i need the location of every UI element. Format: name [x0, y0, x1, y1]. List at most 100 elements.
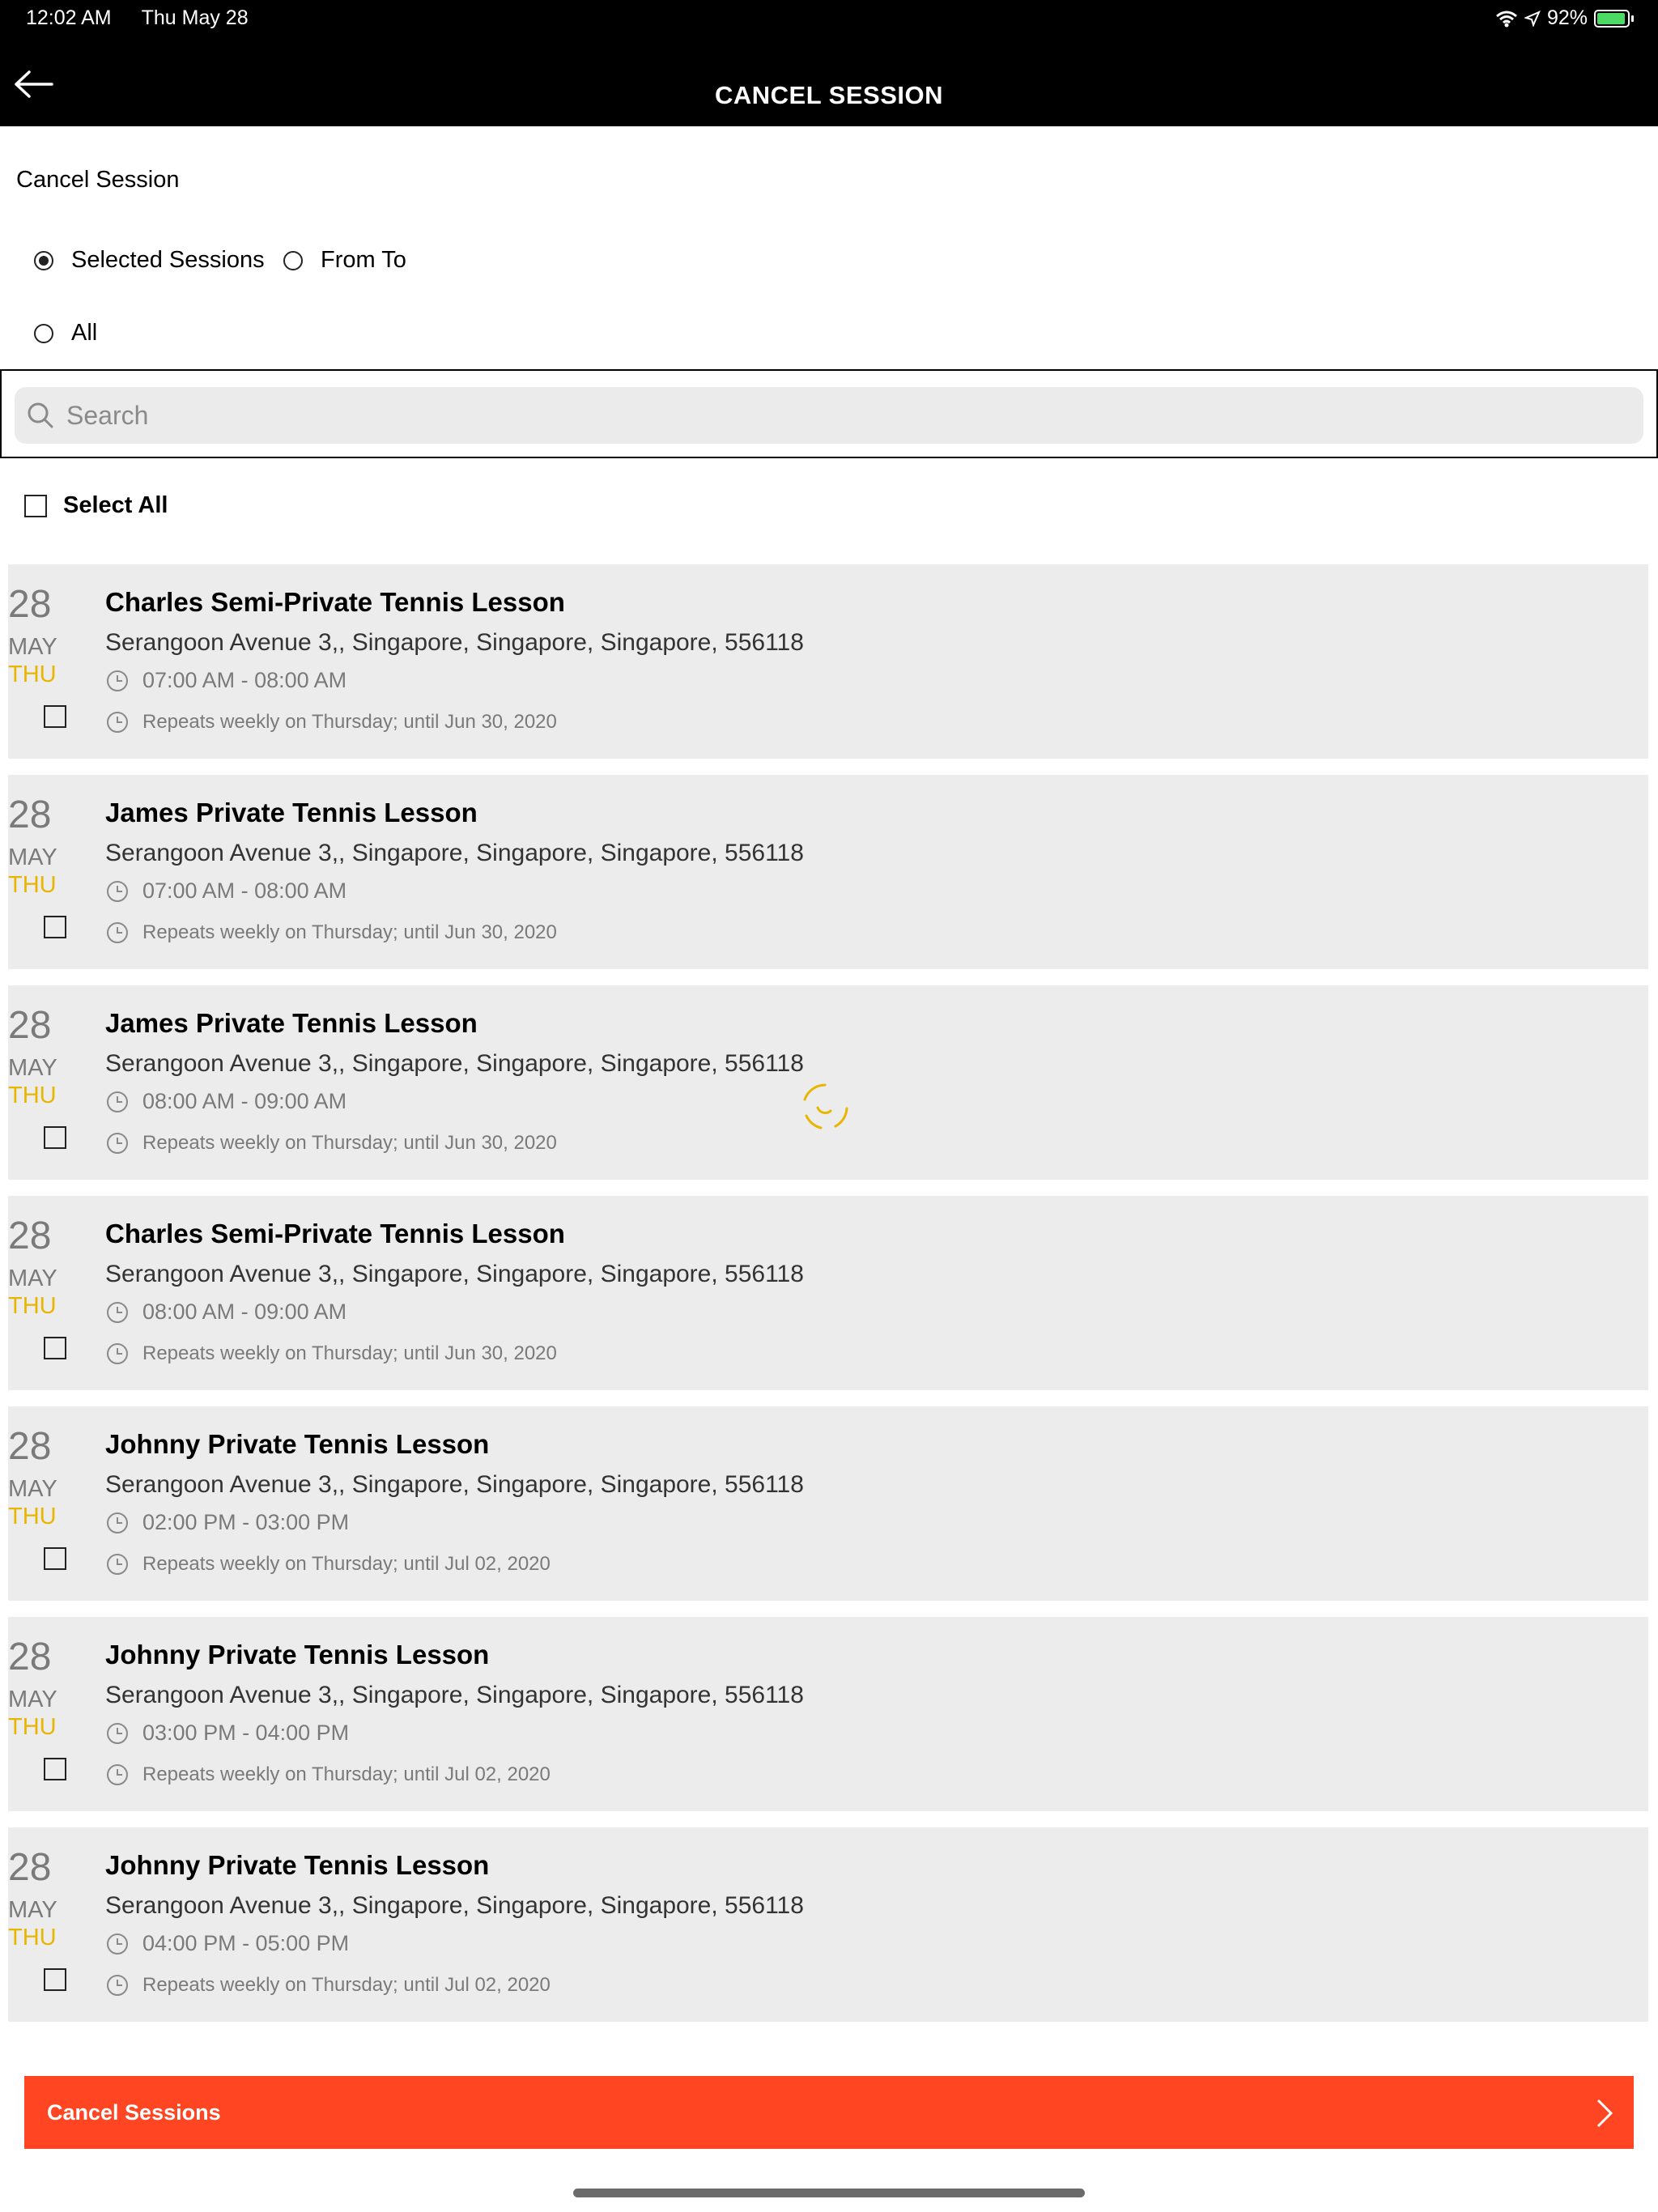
clock-icon: [107, 1133, 128, 1154]
clock-icon: [107, 1091, 128, 1112]
session-card[interactable]: 28 MAY THU Charles Semi-Private Tennis L…: [8, 1196, 1648, 1390]
session-address: Serangoon Avenue 3,, Singapore, Singapor…: [105, 1682, 804, 1708]
session-time-row: 08:00 AM - 09:00 AM: [105, 1300, 346, 1325]
session-address: Serangoon Avenue 3,, Singapore, Singapor…: [105, 1892, 804, 1919]
session-date-weekday: THU: [8, 1714, 57, 1740]
status-clock: 12:02 AM: [26, 6, 112, 29]
radio-from-to[interactable]: From To: [283, 247, 406, 274]
select-all[interactable]: Select All: [24, 492, 168, 519]
clock-icon: [107, 712, 128, 733]
clock-icon: [107, 670, 128, 691]
radio-selected-sessions[interactable]: Selected Sessions: [34, 247, 265, 274]
session-checkbox[interactable]: [44, 1968, 66, 1991]
session-repeat-row: Repeats weekly on Thursday; until Jun 30…: [105, 1342, 557, 1366]
cancel-sessions-label: Cancel Sessions: [47, 2100, 221, 2125]
session-address: Serangoon Avenue 3,, Singapore, Singapor…: [105, 1261, 804, 1287]
radio-selected-sessions-circle[interactable]: [34, 250, 53, 270]
session-address: Serangoon Avenue 3,, Singapore, Singapor…: [105, 840, 804, 866]
session-repeat: Repeats weekly on Thursday; until Jun 30…: [142, 711, 557, 733]
session-date-month: MAY: [8, 1897, 57, 1923]
search-icon: [28, 402, 53, 428]
session-date-weekday: THU: [8, 1083, 57, 1108]
session-date-day: 28: [8, 1214, 52, 1257]
session-date-month: MAY: [8, 844, 57, 870]
session-date-month: MAY: [8, 1055, 57, 1081]
radio-all[interactable]: All: [34, 320, 97, 347]
chevron-right-icon: [1596, 2099, 1613, 2128]
session-title: Johnny Private Tennis Lesson: [105, 1850, 490, 1880]
session-list: 28 MAY THU Charles Semi-Private Tennis L…: [8, 564, 1648, 2038]
session-date-day: 28: [8, 1004, 52, 1047]
radio-from-to-circle[interactable]: [283, 250, 303, 270]
search-bar-container: [0, 369, 1658, 458]
session-time-row: 07:00 AM - 08:00 AM: [105, 668, 346, 693]
session-repeat-row: Repeats weekly on Thursday; until Jun 30…: [105, 921, 557, 945]
session-repeat-row: Repeats weekly on Thursday; until Jun 30…: [105, 710, 557, 734]
session-date-weekday: THU: [8, 1925, 57, 1950]
session-card[interactable]: 28 MAY THU Johnny Private Tennis Lesson …: [8, 1406, 1648, 1601]
clock-icon: [107, 1933, 128, 1955]
clock-icon: [107, 1554, 128, 1575]
select-all-label: Select All: [63, 492, 168, 518]
session-checkbox[interactable]: [44, 916, 66, 938]
location-arrow-icon: [1524, 10, 1541, 27]
session-date-day: 28: [8, 793, 52, 836]
radio-all-label: All: [71, 320, 98, 346]
session-checkbox[interactable]: [44, 705, 66, 728]
session-repeat: Repeats weekly on Thursday; until Jul 02…: [142, 1553, 551, 1575]
status-date: Thu May 28: [141, 6, 249, 29]
session-date-day: 28: [8, 583, 52, 626]
status-indicators: 92%: [1495, 6, 1634, 30]
session-checkbox[interactable]: [44, 1547, 66, 1570]
session-checkbox[interactable]: [44, 1337, 66, 1359]
radio-selected-sessions-label: Selected Sessions: [71, 247, 265, 273]
session-time-row: 07:00 AM - 08:00 AM: [105, 878, 346, 904]
session-card[interactable]: 28 MAY THU Johnny Private Tennis Lesson …: [8, 1827, 1648, 2022]
session-card[interactable]: 28 MAY THU Charles Semi-Private Tennis L…: [8, 564, 1648, 759]
nav-bar: CANCEL SESSION: [0, 39, 1658, 126]
session-title: Charles Semi-Private Tennis Lesson: [105, 587, 565, 617]
session-repeat: Repeats weekly on Thursday; until Jun 30…: [142, 1342, 557, 1364]
session-date-weekday: THU: [8, 872, 57, 898]
session-checkbox[interactable]: [44, 1126, 66, 1149]
session-time-row: 02:00 PM - 03:00 PM: [105, 1510, 349, 1535]
status-time: 12:02 AM Thu May 28: [26, 6, 249, 30]
battery-cap: [1631, 15, 1634, 22]
session-time: 02:00 PM - 03:00 PM: [142, 1510, 350, 1534]
session-address: Serangoon Avenue 3,, Singapore, Singapor…: [105, 1050, 804, 1077]
session-time: 07:00 AM - 08:00 AM: [142, 878, 347, 903]
session-title: James Private Tennis Lesson: [105, 798, 478, 827]
clock-icon: [107, 1975, 128, 1996]
session-date-month: MAY: [8, 634, 57, 660]
session-repeat: Repeats weekly on Thursday; until Jul 02…: [142, 1974, 551, 1996]
battery-icon: [1594, 9, 1630, 28]
select-all-checkbox[interactable]: [24, 494, 47, 517]
session-time: 08:00 AM - 09:00 AM: [142, 1089, 347, 1113]
session-title: Johnny Private Tennis Lesson: [105, 1640, 490, 1670]
session-date-day: 28: [8, 1636, 52, 1678]
session-time-row: 03:00 PM - 04:00 PM: [105, 1721, 349, 1746]
status-bar: 12:02 AM Thu May 28 92%: [0, 0, 1658, 39]
search-box[interactable]: [15, 387, 1643, 444]
cancel-sessions-button[interactable]: Cancel Sessions: [24, 2076, 1634, 2149]
session-time: 03:00 PM - 04:00 PM: [142, 1721, 350, 1745]
session-date-day: 28: [8, 1425, 52, 1468]
session-date-day: 28: [8, 1846, 52, 1889]
clock-icon: [107, 880, 128, 902]
session-time: 04:00 PM - 05:00 PM: [142, 1931, 350, 1955]
search-input[interactable]: [65, 399, 1643, 432]
session-time: 08:00 AM - 09:00 AM: [142, 1300, 347, 1324]
session-repeat: Repeats weekly on Thursday; until Jun 30…: [142, 1132, 557, 1154]
session-title: Charles Semi-Private Tennis Lesson: [105, 1219, 565, 1249]
session-card[interactable]: 28 MAY THU Johnny Private Tennis Lesson …: [8, 1617, 1648, 1811]
session-repeat-row: Repeats weekly on Thursday; until Jul 02…: [105, 1763, 551, 1787]
radio-all-circle[interactable]: [34, 323, 53, 343]
session-card[interactable]: 28 MAY THU James Private Tennis Lesson S…: [8, 775, 1648, 969]
session-repeat-row: Repeats weekly on Thursday; until Jul 02…: [105, 1973, 551, 1997]
session-title: James Private Tennis Lesson: [105, 1008, 478, 1038]
home-indicator: [573, 2189, 1085, 2197]
clock-icon: [107, 1722, 128, 1744]
session-checkbox[interactable]: [44, 1758, 66, 1780]
session-repeat: Repeats weekly on Thursday; until Jun 30…: [142, 921, 557, 943]
loading-spinner-icon: [803, 1083, 848, 1129]
